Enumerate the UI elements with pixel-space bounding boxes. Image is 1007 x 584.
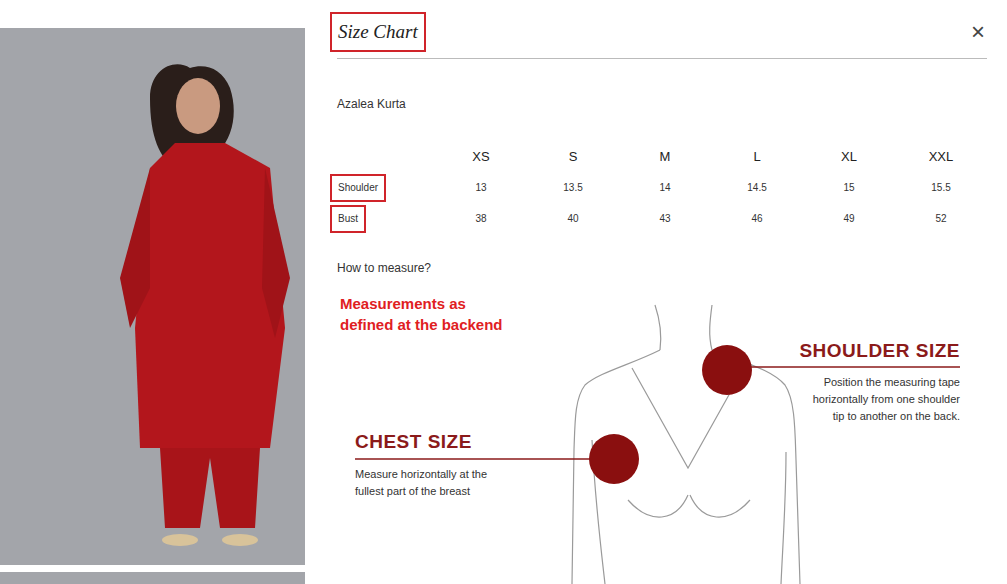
table-row: Bust 384043464952 xyxy=(330,203,987,234)
size-column-header: XL xyxy=(803,147,895,167)
size-column-header: M xyxy=(619,147,711,167)
size-chart-title: Size Chart xyxy=(330,12,426,52)
panel-header: Size Chart × xyxy=(330,12,987,52)
photo-column xyxy=(0,0,305,584)
header-divider xyxy=(337,58,987,59)
size-value: 13 xyxy=(435,180,527,195)
measure-guide: CHEST SIZE Measure horizontally at theful… xyxy=(355,431,487,500)
annotation-note: Measurements asdefined at the backend xyxy=(340,293,987,335)
next-photo[interactable] xyxy=(0,572,305,584)
body-outline-icon xyxy=(0,0,1007,584)
size-table: XSSMLXLXXLShoulder1313.51414.51515.5Bust… xyxy=(330,141,987,234)
row-label-cell: Bust xyxy=(330,205,435,233)
size-column-header: XS xyxy=(435,147,527,167)
size-column-header: L xyxy=(711,147,803,167)
model-figure-icon xyxy=(0,28,305,565)
guide-line: fullest part of the breast xyxy=(355,483,470,500)
size-value: 15.5 xyxy=(895,180,987,195)
size-value: 38 xyxy=(435,211,527,226)
product-photo[interactable] xyxy=(0,28,305,565)
size-value: 15 xyxy=(803,180,895,195)
guide-line: horizontally from one shoulder xyxy=(813,391,960,408)
guide-line: tip to another on the back. xyxy=(833,408,960,425)
size-value: 43 xyxy=(619,211,711,226)
size-value: 52 xyxy=(895,211,987,226)
guide-line: Measure horizontally at the xyxy=(355,466,487,483)
size-value: 13.5 xyxy=(527,180,619,195)
size-value: 40 xyxy=(527,211,619,226)
measure-guide: SHOULDER SIZE Position the measuring tape… xyxy=(799,340,960,425)
annotation-line: Measurements as xyxy=(340,293,987,314)
size-column-header: XXL xyxy=(895,147,987,167)
table-header-row: XSSMLXLXXL xyxy=(330,141,987,172)
size-value: 14 xyxy=(619,180,711,195)
row-label: Shoulder xyxy=(330,174,386,202)
guide-title: SHOULDER SIZE xyxy=(799,340,960,362)
size-value: 49 xyxy=(803,211,895,226)
table-row: Shoulder 1313.51414.51515.5 xyxy=(330,172,987,203)
size-value: 14.5 xyxy=(711,180,803,195)
row-label-cell: Shoulder xyxy=(330,174,435,202)
size-column-header: S xyxy=(527,147,619,167)
row-label: Bust xyxy=(330,205,366,233)
size-value: 46 xyxy=(711,211,803,226)
product-name: Azalea Kurta xyxy=(337,97,987,111)
close-button[interactable]: × xyxy=(971,20,987,44)
guide-title: CHEST SIZE xyxy=(355,431,472,453)
annotation-line: defined at the backend xyxy=(340,314,987,335)
guide-line: Position the measuring tape xyxy=(824,374,960,391)
how-to-measure: How to measure? xyxy=(337,261,987,275)
